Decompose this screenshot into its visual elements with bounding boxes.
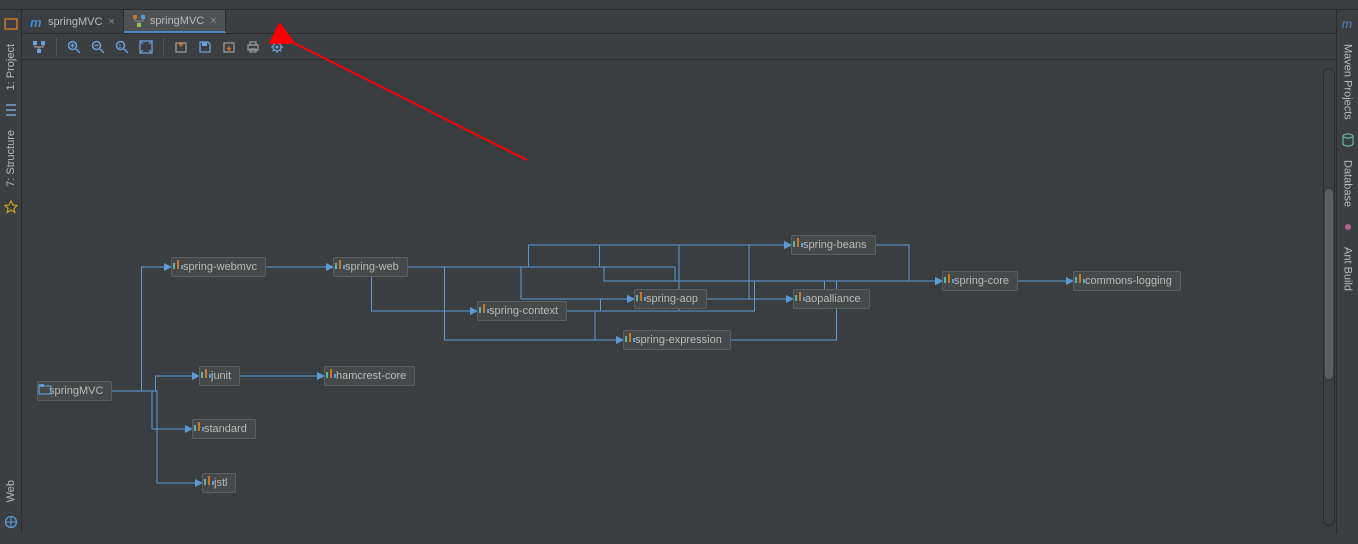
rail-maven[interactable]: Maven Projects: [1340, 38, 1356, 126]
node-label: spring-web: [345, 261, 399, 273]
node-jstl[interactable]: jstl: [202, 473, 236, 493]
edge-web-aop: [408, 267, 634, 299]
edge-webmvc-expression: [266, 267, 623, 340]
node-label: hamcrest-core: [336, 370, 406, 382]
fit-content-button[interactable]: [135, 36, 157, 58]
node-label: commons-logging: [1085, 275, 1172, 287]
node-label: spring-context: [489, 305, 558, 317]
edge-beans-core: [876, 245, 942, 281]
tab-label: springMVC: [48, 16, 102, 28]
save-button[interactable]: [194, 36, 216, 58]
rail-structure[interactable]: 7: Structure: [3, 124, 19, 193]
diagram-toolbar: 1: [22, 34, 1336, 60]
diagram-canvas[interactable]: springMVC spring-webmvc junit standard jstl s…: [22, 60, 1336, 534]
edge-context-aop: [567, 299, 634, 311]
settings-button[interactable]: [266, 36, 288, 58]
edge-aop-beans: [707, 245, 791, 299]
ant-icon: [1340, 219, 1356, 235]
node-standard[interactable]: standard: [192, 419, 256, 439]
node-beans[interactable]: spring-beans: [791, 235, 876, 255]
node-aop[interactable]: spring-aop: [634, 289, 707, 309]
node-context[interactable]: spring-context: [477, 301, 567, 321]
open-button[interactable]: [218, 36, 240, 58]
tab-springmvc-pom[interactable]: m springMVC ×: [22, 10, 124, 33]
structure-icon: [3, 102, 19, 118]
edge-web-core: [408, 267, 942, 281]
project-icon: [3, 16, 19, 32]
edge-web-beans: [408, 245, 791, 267]
diagram-icon: [132, 14, 146, 28]
editor-tabs: m springMVC × springMVC ×: [22, 10, 1336, 34]
favorites-icon: [3, 199, 19, 215]
left-tool-rail: 1: Project 7: Structure Web: [0, 10, 22, 534]
node-logging[interactable]: commons-logging: [1073, 271, 1181, 291]
separator: [56, 38, 57, 56]
maven-file-icon: m: [30, 15, 44, 29]
zoom-out-button[interactable]: [87, 36, 109, 58]
node-label: spring-expression: [635, 334, 722, 346]
node-webmvc[interactable]: spring-webmvc: [171, 257, 266, 277]
scrollbar-thumb[interactable]: [1325, 189, 1333, 379]
node-label: standard: [204, 423, 247, 435]
edge-root-standard: [112, 391, 192, 429]
close-icon[interactable]: ×: [208, 15, 216, 27]
node-label: spring-beans: [803, 239, 867, 251]
node-aopalliance[interactable]: aopalliance: [793, 289, 870, 309]
node-web[interactable]: spring-web: [333, 257, 408, 277]
edge-root-webmvc: [112, 267, 171, 391]
right-tool-rail: m Maven Projects Database Ant Build: [1336, 10, 1358, 534]
edge-root-junit: [112, 376, 199, 391]
zoom-actual-button[interactable]: 1: [111, 36, 133, 58]
edge-context-expression: [567, 311, 623, 340]
rail-database[interactable]: Database: [1340, 154, 1356, 213]
separator: [163, 38, 164, 56]
layout-button[interactable]: [28, 36, 50, 58]
edge-root-jstl: [112, 391, 202, 483]
rail-web[interactable]: Web: [3, 474, 19, 508]
tab-springmvc-diagram[interactable]: springMVC ×: [124, 10, 226, 33]
node-label: aopalliance: [805, 293, 861, 305]
node-label: junit: [211, 370, 231, 382]
web-icon: [3, 514, 19, 530]
node-hamcrest[interactable]: hamcrest-core: [324, 366, 415, 386]
node-core[interactable]: spring-core: [942, 271, 1018, 291]
node-label: spring-aop: [646, 293, 698, 305]
node-label: springMVC: [49, 385, 103, 397]
close-icon[interactable]: ×: [106, 16, 114, 28]
vertical-scrollbar[interactable]: [1323, 68, 1335, 526]
node-junit[interactable]: junit: [199, 366, 240, 386]
maven-icon: m: [1340, 16, 1356, 32]
database-icon: [1340, 132, 1356, 148]
print-button[interactable]: [242, 36, 264, 58]
rail-ant[interactable]: Ant Build: [1340, 241, 1356, 297]
node-expression[interactable]: spring-expression: [623, 330, 731, 350]
export-button[interactable]: [170, 36, 192, 58]
tab-label: springMVC: [150, 15, 204, 27]
zoom-in-button[interactable]: [63, 36, 85, 58]
top-menu-strip: [0, 0, 1358, 10]
edge-context-core: [567, 281, 942, 311]
node-label: spring-webmvc: [183, 261, 257, 273]
rail-project[interactable]: 1: Project: [3, 38, 19, 96]
node-label: spring-core: [954, 275, 1009, 287]
editor-area: m springMVC × springMVC × 1 springMVCspr…: [22, 10, 1336, 534]
svg-text:m: m: [1342, 17, 1352, 31]
node-label: jstl: [214, 477, 227, 489]
node-root[interactable]: springMVC: [37, 381, 112, 401]
